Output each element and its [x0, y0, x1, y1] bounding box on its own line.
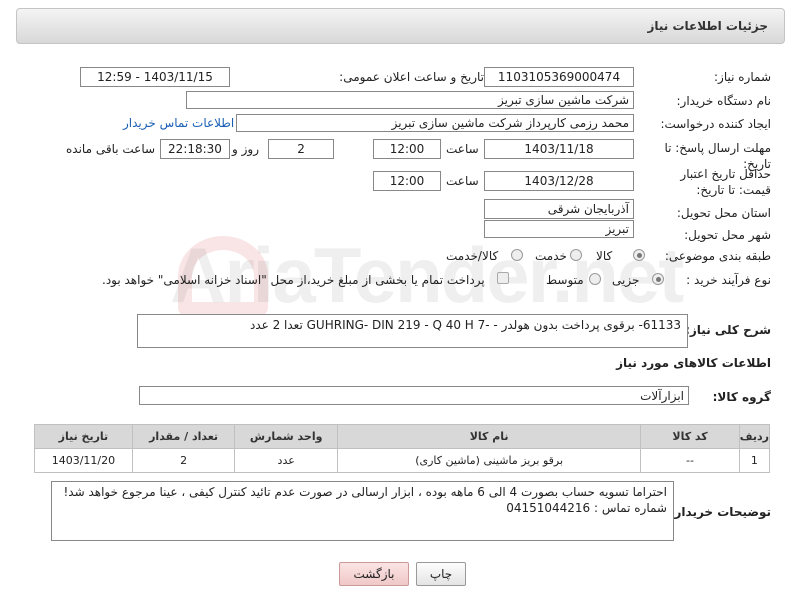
category-goods-service-label: کالا/خدمت	[446, 249, 499, 263]
cell-unit: عدد	[234, 448, 338, 473]
goods-table-container: ردیف کد کالا نام کالا واحد شمارش تعداد /…	[34, 424, 771, 473]
cell-row-number: 1	[738, 448, 771, 473]
process-minor-label: جزیی	[612, 273, 640, 287]
cell-item-code: --	[640, 448, 740, 473]
need-description-field: 61133- برقوی پرداخت بدون هولدر - -GUHRIN…	[137, 314, 688, 348]
cell-quantity: 2	[131, 448, 236, 473]
province-field: آذربایجان شرقی	[484, 199, 634, 219]
goods-group-label: گروه کالا:	[712, 390, 771, 404]
need-number-field: 1103105369000474	[484, 67, 634, 87]
col-header-unit: واحد شمارش	[234, 424, 338, 449]
col-header-item-code: کد کالا	[640, 424, 740, 449]
process-medium-label: متوسط	[546, 273, 584, 287]
goods-info-title: اطلاعات کالاهای مورد نیاز	[616, 356, 771, 370]
category-service-radio[interactable]	[570, 249, 582, 261]
treasury-payment-checkbox[interactable]	[497, 272, 509, 284]
category-label: طبقه بندی موضوعی:	[664, 249, 771, 263]
cell-need-date: 1403/11/20	[34, 448, 133, 473]
col-header-item-name: نام کالا	[336, 424, 642, 449]
price-validity-time-field: 12:00	[373, 171, 441, 191]
print-button[interactable]: چاپ	[416, 562, 466, 586]
buyer-org-field: شرکت ماشین سازی تبریز	[186, 91, 634, 109]
need-description-text: 61133- برقوی پرداخت بدون هولدر - -GUHRIN…	[249, 318, 681, 332]
page-title: جزئیات اطلاعات نیاز	[647, 19, 768, 33]
announce-datetime-field: 1403/11/15 - 12:59	[80, 67, 230, 87]
col-header-row-number: ردیف	[738, 424, 771, 449]
process-medium-radio[interactable]	[589, 273, 601, 285]
goods-table-header-row: ردیف کد کالا نام کالا واحد شمارش تعداد /…	[34, 424, 771, 449]
remaining-time-label: ساعت باقی مانده	[66, 142, 156, 156]
requester-label: ایجاد کننده درخواست:	[660, 117, 771, 131]
cell-item-name: برقو بریز ماشینی (ماشین کاری)	[336, 448, 642, 473]
col-header-need-date: تاریخ نیاز	[34, 424, 133, 449]
treasury-payment-note: پرداخت تمام یا بخشی از مبلغ خرید،از محل …	[102, 273, 485, 287]
deadline-time-label: ساعت	[446, 142, 479, 156]
city-label: شهر محل تحویل:	[684, 228, 771, 242]
page-header: جزئیات اطلاعات نیاز	[16, 8, 785, 44]
back-button[interactable]: بازگشت	[339, 562, 409, 586]
table-row: 1 -- برقو بریز ماشینی (ماشین کاری) عدد 2…	[34, 448, 771, 473]
goods-table: ردیف کد کالا نام کالا واحد شمارش تعداد /…	[34, 424, 771, 473]
buyer-notes-field: احتراما تسویه حساب بصورت 4 الی 6 ماهه بو…	[51, 481, 674, 541]
price-validity-date-field: 1403/12/28	[484, 171, 634, 191]
remaining-time-field: 22:18:30	[160, 139, 230, 159]
days-label: روز و	[232, 142, 259, 156]
goods-group-field: ابزارآلات	[139, 386, 689, 405]
need-description-label: شرح کلی نیاز:	[685, 323, 771, 337]
days-remaining-field: 2	[268, 139, 334, 159]
buyer-org-label: نام دستگاه خریدار:	[676, 94, 772, 108]
category-goods-service-radio[interactable]	[511, 249, 523, 261]
announce-datetime-label: تاریخ و ساعت اعلان عمومی:	[339, 70, 484, 84]
requester-field: محمد رزمی کارپرداز شرکت ماشین سازی تبریز	[236, 114, 634, 132]
buyer-notes-line-2: شماره تماس : 04151044216	[506, 501, 667, 515]
province-label: استان محل تحویل:	[676, 206, 771, 220]
price-validity-label: حداقل تاریخ اعتبار قیمت: تا تاریخ:	[680, 167, 771, 197]
process-type-label: نوع فرآیند خرید :	[686, 273, 771, 287]
category-service-label: خدمت	[535, 249, 567, 263]
deadline-time-field: 12:00	[373, 139, 441, 159]
category-goods-radio[interactable]	[633, 249, 645, 261]
col-header-quantity: تعداد / مقدار	[131, 424, 236, 449]
buyer-contact-link[interactable]: اطلاعات تماس خریدار	[123, 116, 234, 130]
city-field: تبریز	[484, 220, 634, 238]
category-goods-label: کالا	[596, 249, 613, 263]
deadline-date-field: 1403/11/18	[484, 139, 634, 159]
need-number-label: شماره نیاز:	[714, 70, 771, 84]
price-validity-time-label: ساعت	[446, 174, 479, 188]
process-minor-radio[interactable]	[652, 273, 664, 285]
buyer-notes-label: توضیحات خریدار:	[669, 505, 771, 519]
buyer-notes-line-1: احتراما تسویه حساب بصورت 4 الی 6 ماهه بو…	[63, 485, 667, 499]
